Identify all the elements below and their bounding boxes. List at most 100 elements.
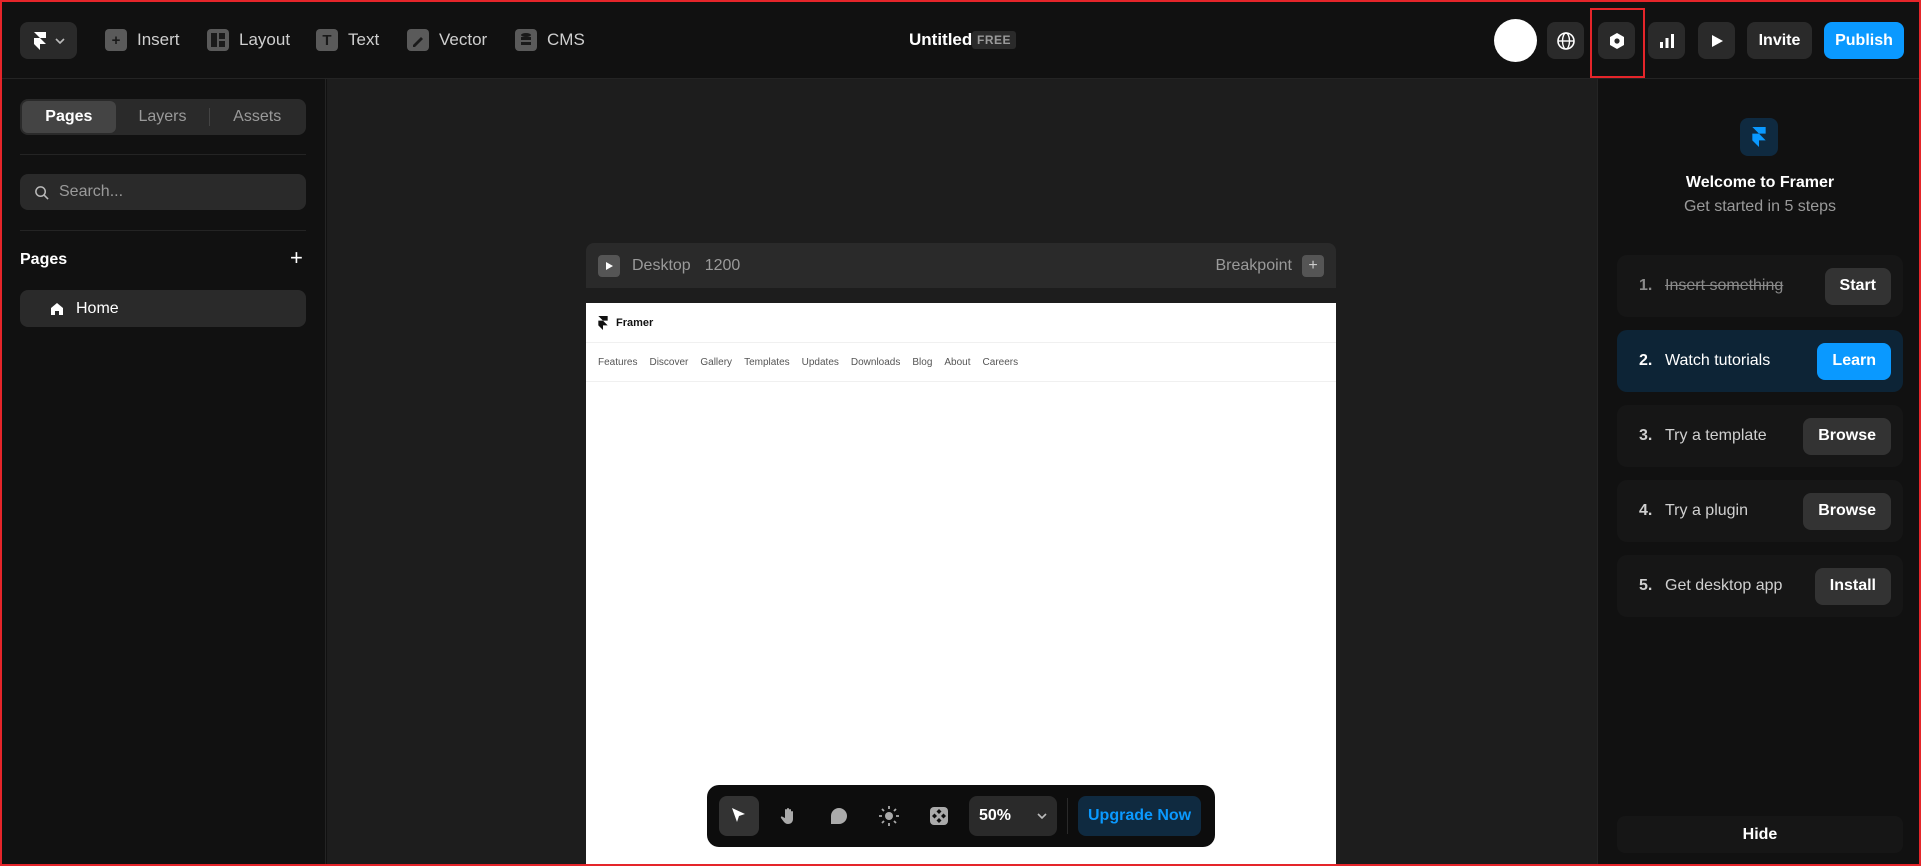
components-icon xyxy=(930,807,948,825)
bar-chart-icon xyxy=(1659,33,1674,48)
theme-toggle-button[interactable] xyxy=(869,796,909,836)
browse-templates-button[interactable]: Browse xyxy=(1803,417,1891,455)
analytics-button[interactable] xyxy=(1648,22,1685,59)
preview-nav-item: Careers xyxy=(982,356,1019,368)
tab-layers[interactable]: Layers xyxy=(116,101,210,133)
zoom-select[interactable]: 50% xyxy=(969,796,1057,836)
step-number: 4. xyxy=(1639,502,1653,519)
user-avatar[interactable] xyxy=(1494,19,1537,62)
text-icon: T xyxy=(316,29,338,51)
breakpoint-name[interactable]: Desktop xyxy=(632,257,691,275)
cursor-icon xyxy=(732,808,745,822)
chevron-down-icon xyxy=(54,37,65,44)
step-label: Try a plugin xyxy=(1665,502,1748,519)
sidebar-tabs: Pages Layers Assets xyxy=(20,99,306,135)
step-number: 3. xyxy=(1639,427,1653,444)
bottom-toolbar: 50% Upgrade Now xyxy=(707,785,1215,847)
add-page-icon[interactable]: + xyxy=(290,247,303,269)
sun-icon xyxy=(879,806,899,826)
browse-plugins-button[interactable]: Browse xyxy=(1803,492,1891,530)
layout-tool-button[interactable]: Layout xyxy=(207,26,290,54)
preview-nav-item: Downloads xyxy=(850,356,901,368)
preview-brand: Framer xyxy=(616,316,654,329)
preview-nav-item: Templates xyxy=(744,356,790,368)
tab-assets[interactable]: Assets xyxy=(210,101,304,133)
framer-menu-button[interactable] xyxy=(20,22,77,59)
layout-label: Layout xyxy=(239,30,291,49)
preview-nav-item: Features xyxy=(598,356,638,368)
breakpoint-width[interactable]: 1200 xyxy=(705,257,741,275)
invite-button[interactable]: Invite xyxy=(1747,22,1812,59)
plan-badge: FREE xyxy=(972,31,1017,49)
preview-nav-item: Discover xyxy=(649,356,689,368)
tab-pages[interactable]: Pages xyxy=(22,101,116,133)
framer-logo-icon xyxy=(33,31,46,50)
select-tool-button[interactable] xyxy=(719,796,759,836)
step-label: Watch tutorials xyxy=(1665,352,1771,369)
preview-nav-item: About xyxy=(944,356,971,368)
vector-tool-button[interactable]: Vector xyxy=(407,26,487,54)
publish-button[interactable]: Publish xyxy=(1824,22,1904,59)
cms-tool-button[interactable]: CMS xyxy=(515,26,585,54)
preview-nav-item: Blog xyxy=(912,356,933,368)
step-number: 5. xyxy=(1639,577,1653,594)
layout-icon xyxy=(207,29,229,51)
welcome-title: Welcome to Framer xyxy=(1685,174,1835,191)
step-label: Get desktop app xyxy=(1665,577,1783,594)
home-icon xyxy=(51,302,63,315)
play-icon xyxy=(1711,34,1723,47)
desktop-frame-preview[interactable]: Framer Features Discover Gallery Templat… xyxy=(586,303,1336,866)
comment-tool-button[interactable] xyxy=(819,796,859,836)
breakpoint-label[interactable]: Breakpoint xyxy=(1216,257,1293,275)
search-placeholder: Search... xyxy=(59,183,124,200)
toolbar-separator xyxy=(1067,798,1068,834)
step-number: 1. xyxy=(1639,277,1653,294)
project-title[interactable]: Untitled xyxy=(909,30,972,50)
preview-nav-item: Updates xyxy=(801,356,839,368)
insert-tool-button[interactable]: + Insert xyxy=(105,26,180,54)
top-bar: + Insert Layout T Text Vector CMS Untitl… xyxy=(0,0,1921,79)
upgrade-now-button[interactable]: Upgrade Now xyxy=(1078,796,1202,836)
divider xyxy=(20,154,306,155)
zoom-value: 50% xyxy=(979,807,1012,824)
search-icon xyxy=(35,185,49,200)
welcome-panel: Welcome to Framer Get started in 5 steps… xyxy=(1597,79,1921,866)
plus-square-icon: + xyxy=(105,29,127,51)
install-button[interactable]: Install xyxy=(1814,567,1891,605)
insert-label: Insert xyxy=(137,30,180,49)
framer-logo-icon xyxy=(1740,118,1778,156)
page-item-label: Home xyxy=(76,299,119,317)
pen-icon xyxy=(407,29,429,51)
vector-label: Vector xyxy=(439,30,488,49)
page-item-home[interactable]: Home xyxy=(20,290,306,327)
breakpoint-bar: Desktop 1200 Breakpoint + xyxy=(586,243,1336,288)
hand-icon xyxy=(780,808,793,824)
step-number: 2. xyxy=(1639,352,1653,369)
hide-button[interactable]: Hide xyxy=(1617,816,1903,853)
cms-label: CMS xyxy=(547,30,585,49)
play-icon[interactable] xyxy=(598,254,620,277)
preview-nav-item: Gallery xyxy=(700,356,733,368)
text-tool-button[interactable]: T Text xyxy=(316,26,379,54)
start-button[interactable]: Start xyxy=(1824,267,1891,305)
comment-icon xyxy=(831,808,847,824)
step-watch-tutorials: 2. Watch tutorials Learn xyxy=(1617,330,1903,392)
preview-header: Framer xyxy=(586,303,1336,343)
add-breakpoint-icon[interactable]: + xyxy=(1302,254,1324,277)
chevron-down-icon xyxy=(1037,813,1047,819)
site-settings-button[interactable] xyxy=(1547,22,1584,59)
preview-button[interactable] xyxy=(1698,22,1735,59)
welcome-subtitle: Get started in 5 steps xyxy=(1683,198,1837,215)
left-sidebar: Pages Layers Assets Search... Pages + Ho… xyxy=(0,79,326,866)
text-label: Text xyxy=(348,30,380,49)
search-input[interactable]: Search... xyxy=(20,174,306,210)
learn-button[interactable]: Learn xyxy=(1817,342,1891,380)
pages-section-title: Pages xyxy=(20,251,68,268)
divider xyxy=(20,230,306,231)
highlight-box xyxy=(1590,8,1645,78)
components-tool-button[interactable] xyxy=(919,796,959,836)
globe-icon xyxy=(1556,31,1575,50)
hand-tool-button[interactable] xyxy=(769,796,809,836)
database-icon xyxy=(515,29,537,51)
step-insert-something: 1. Insert something Start xyxy=(1617,255,1903,317)
